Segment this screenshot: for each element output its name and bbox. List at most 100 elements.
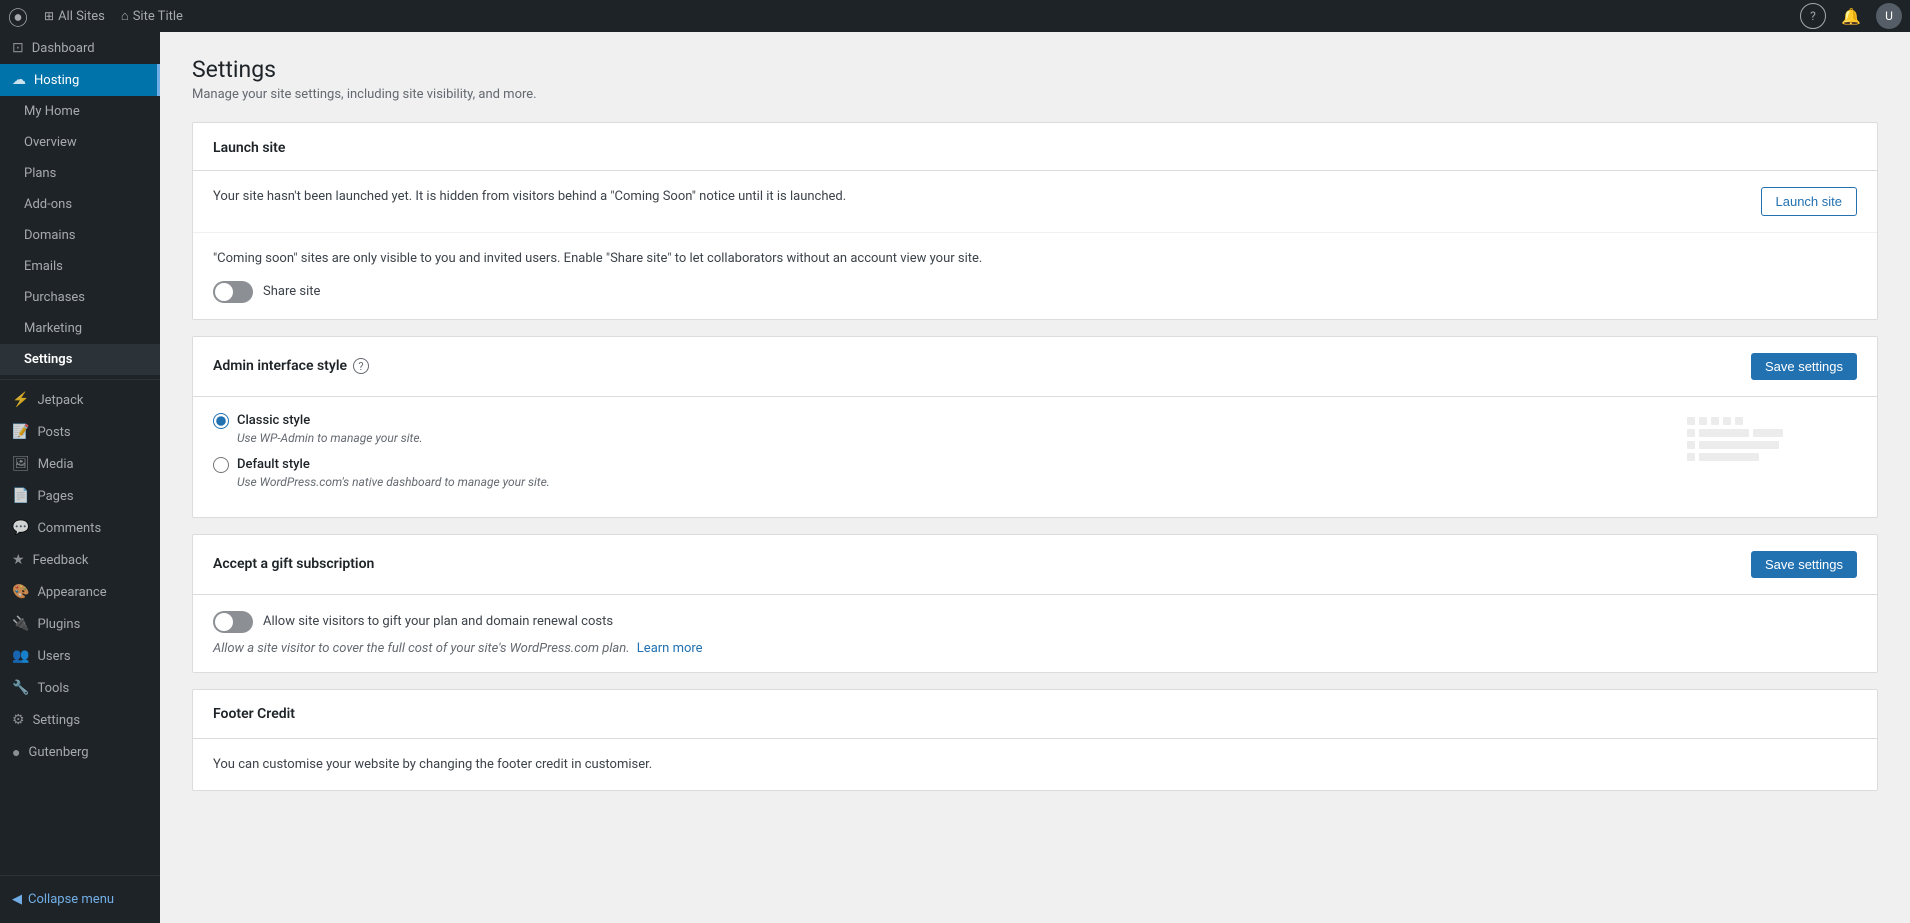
wordpress-icon[interactable]: ⦿	[8, 2, 28, 31]
plugins-icon: 🔌	[12, 616, 29, 632]
help-icon-button[interactable]: ?	[1800, 3, 1826, 29]
footer-credit-title: Footer Credit	[213, 706, 295, 722]
sidebar-settings-label: Settings	[24, 352, 72, 367]
sidebar-divider-1	[0, 379, 160, 380]
gift-subscription-body: Allow site visitors to gift your plan an…	[193, 595, 1877, 672]
sidebar-item-appearance[interactable]: 🎨 Appearance	[0, 576, 160, 608]
gift-note: Allow a site visitor to cover the full c…	[213, 641, 1857, 656]
gift-subscription-header: Accept a gift subscription Save settings	[193, 535, 1877, 595]
gift-toggle-label: Allow site visitors to gift your plan an…	[263, 614, 613, 629]
sidebar-addons-label: Add-ons	[24, 197, 72, 212]
sidebar-item-emails[interactable]: Emails	[0, 251, 160, 282]
gutenberg-icon: ●	[12, 744, 20, 761]
sidebar-feedback-label: Feedback	[33, 553, 89, 568]
feedback-icon: ★	[12, 552, 25, 568]
default-style-option: Default style Use WordPress.com's native…	[213, 457, 1857, 489]
collapse-menu-button[interactable]: ◀ Collapse menu	[0, 884, 160, 915]
sidebar-item-marketing[interactable]: Marketing	[0, 313, 160, 344]
default-style-radio[interactable]	[213, 457, 229, 473]
appearance-icon: 🎨	[12, 584, 29, 600]
learn-more-link[interactable]: Learn more	[637, 641, 703, 656]
sidebar-item-tools[interactable]: 🔧 Tools	[0, 672, 160, 704]
dashboard-icon: ⊡	[12, 40, 24, 56]
page-title: Settings	[192, 56, 1878, 83]
page-subtitle: Manage your site settings, including sit…	[192, 87, 1878, 102]
classic-style-option: Classic style Use WP-Admin to manage you…	[213, 413, 1857, 445]
all-sites-nav[interactable]: ⊞ All Sites	[44, 9, 105, 24]
default-style-row: Default style	[213, 457, 1857, 473]
sidebar-comments-label: Comments	[37, 521, 101, 536]
sidebar-item-gutenberg[interactable]: ● Gutenberg	[0, 736, 160, 769]
sidebar-item-purchases[interactable]: Purchases	[0, 282, 160, 313]
sidebar-gutenberg-label: Gutenberg	[28, 745, 88, 760]
sidebar-overview-label: Overview	[24, 135, 77, 150]
admin-interface-header: Admin interface style ? Save settings	[193, 337, 1877, 397]
topbar: ⦿ ⊞ All Sites ⌂ Site Title ? 🔔 U	[0, 0, 1910, 32]
avatar-initial: U	[1885, 9, 1893, 23]
home-icon: ⌂	[121, 8, 129, 24]
users-icon: 👥	[12, 648, 29, 664]
sidebar-item-plans[interactable]: Plans	[0, 158, 160, 189]
user-avatar[interactable]: U	[1876, 3, 1902, 29]
sidebar-item-posts[interactable]: 📝 Posts	[0, 416, 160, 448]
admin-interface-info-icon[interactable]: ?	[353, 358, 369, 374]
footer-credit-text: You can customise your website by changi…	[213, 755, 1857, 775]
admin-interface-body: Classic style Use WP-Admin to manage you…	[193, 397, 1877, 517]
sidebar-plugins-label: Plugins	[37, 617, 80, 632]
sidebar-item-settings[interactable]: Settings	[0, 344, 160, 375]
launch-site-body: Your site hasn't been launched yet. It i…	[193, 171, 1877, 232]
share-site-toggle[interactable]	[213, 281, 253, 303]
sidebar-domains-label: Domains	[24, 228, 75, 243]
share-site-text: "Coming soon" sites are only visible to …	[213, 249, 1857, 269]
site-title-nav[interactable]: ⌂ Site Title	[121, 8, 183, 24]
share-site-section: "Coming soon" sites are only visible to …	[193, 232, 1877, 319]
footer-credit-card: Footer Credit You can customise your web…	[192, 689, 1878, 792]
sidebar-dashboard-label: Dashboard	[32, 41, 95, 56]
settings-icon: ⚙	[12, 712, 25, 728]
admin-style-decoration	[1687, 417, 1847, 511]
collapse-label: Collapse menu	[28, 892, 114, 907]
sidebar-jetpack-label: Jetpack	[37, 393, 83, 408]
classic-style-radio[interactable]	[213, 413, 229, 429]
sidebar-item-plugins[interactable]: 🔌 Plugins	[0, 608, 160, 640]
sidebar-marketing-label: Marketing	[24, 321, 82, 336]
sidebar-item-my-home[interactable]: My Home	[0, 96, 160, 127]
sidebar-item-media[interactable]: 🖼 Media	[0, 448, 160, 480]
sidebar-item-settings2[interactable]: ⚙ Settings	[0, 704, 160, 736]
gift-subscription-save-button[interactable]: Save settings	[1751, 551, 1857, 578]
default-style-desc: Use WordPress.com's native dashboard to …	[237, 475, 1857, 489]
all-sites-label: All Sites	[58, 9, 105, 24]
launch-site-text: Your site hasn't been launched yet. It i…	[213, 187, 1745, 207]
launch-site-card: Launch site Your site hasn't been launch…	[192, 122, 1878, 320]
sidebar-item-jetpack[interactable]: ⚡ Jetpack	[0, 384, 160, 416]
admin-interface-title: Admin interface style	[213, 358, 347, 374]
topbar-right: ? 🔔 U	[1800, 3, 1902, 29]
layout: ⊡ Dashboard ☁ Hosting My Home Overview P…	[0, 32, 1910, 923]
sidebar-media-label: Media	[38, 457, 74, 472]
sidebar-item-dashboard[interactable]: ⊡ Dashboard	[0, 32, 160, 64]
sidebar-item-feedback[interactable]: ★ Feedback	[0, 544, 160, 576]
sidebar-my-home-label: My Home	[24, 104, 80, 119]
gift-subscription-card: Accept a gift subscription Save settings…	[192, 534, 1878, 673]
sidebar-item-overview[interactable]: Overview	[0, 127, 160, 158]
gift-toggle[interactable]	[213, 611, 253, 633]
jetpack-icon: ⚡	[12, 392, 29, 408]
gift-toggle-row: Allow site visitors to gift your plan an…	[213, 611, 1857, 633]
sidebar-purchases-label: Purchases	[24, 290, 85, 305]
launch-site-button[interactable]: Launch site	[1761, 187, 1858, 216]
sidebar-item-hosting[interactable]: ☁ Hosting	[0, 64, 160, 96]
sidebar-item-addons[interactable]: Add-ons	[0, 189, 160, 220]
sidebar-item-pages[interactable]: 📄 Pages	[0, 480, 160, 512]
sidebar: ⊡ Dashboard ☁ Hosting My Home Overview P…	[0, 32, 160, 923]
sidebar-item-users[interactable]: 👥 Users	[0, 640, 160, 672]
sidebar-item-domains[interactable]: Domains	[0, 220, 160, 251]
grid-icon: ⊞	[44, 9, 54, 23]
sidebar-settings2-label: Settings	[33, 713, 80, 728]
sidebar-item-comments[interactable]: 💬 Comments	[0, 512, 160, 544]
notifications-button[interactable]: 🔔	[1838, 3, 1864, 29]
classic-style-row: Classic style	[213, 413, 1857, 429]
admin-interface-save-button[interactable]: Save settings	[1751, 353, 1857, 380]
classic-style-desc: Use WP-Admin to manage your site.	[237, 431, 1857, 445]
sidebar-hosting-label: Hosting	[34, 73, 79, 88]
sidebar-posts-label: Posts	[37, 425, 70, 440]
